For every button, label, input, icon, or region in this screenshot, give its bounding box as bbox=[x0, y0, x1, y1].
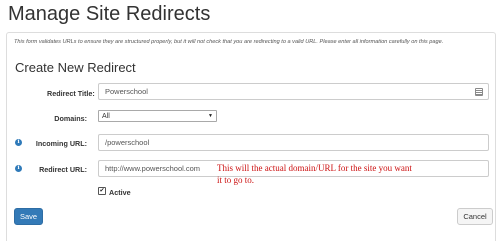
redirect-title-field[interactable]: Powerschool bbox=[98, 83, 489, 100]
incoming-url-value: /powerschool bbox=[105, 138, 150, 147]
domains-select[interactable]: All ▼ bbox=[98, 110, 217, 122]
incoming-url-label: Incoming URL: bbox=[35, 139, 87, 148]
redirect-url-label: Redirect URL: bbox=[39, 165, 87, 174]
redirect-title-label: Redirect Title: bbox=[47, 89, 95, 98]
cancel-button[interactable]: Cancel bbox=[457, 208, 493, 225]
validation-notice: This form validates URLs to ensure they … bbox=[14, 39, 444, 45]
save-button[interactable]: Save bbox=[14, 208, 43, 225]
info-circle-icon: i bbox=[15, 139, 22, 146]
chevron-down-icon: ▼ bbox=[208, 113, 213, 119]
domains-selected-value: All bbox=[102, 112, 110, 120]
annotation-line-2: it to go to. bbox=[217, 175, 255, 185]
info-circle-icon: i bbox=[15, 165, 22, 172]
active-label: Active bbox=[109, 188, 131, 197]
annotation-line-1: This will the actual domain/URL for the … bbox=[217, 163, 412, 173]
incoming-url-field[interactable]: /powerschool bbox=[98, 134, 489, 151]
address-book-icon[interactable] bbox=[475, 88, 483, 96]
page-title: Manage Site Redirects bbox=[8, 3, 211, 25]
form-heading: Create New Redirect bbox=[15, 60, 136, 75]
redirect-form-panel: This form validates URLs to ensure they … bbox=[6, 32, 496, 241]
domains-label: Domains: bbox=[54, 114, 87, 123]
active-checkbox[interactable]: ✔ bbox=[98, 187, 106, 195]
redirect-url-value: http://www.powerschool.com bbox=[105, 164, 201, 173]
redirect-title-value: Powerschool bbox=[105, 87, 148, 96]
